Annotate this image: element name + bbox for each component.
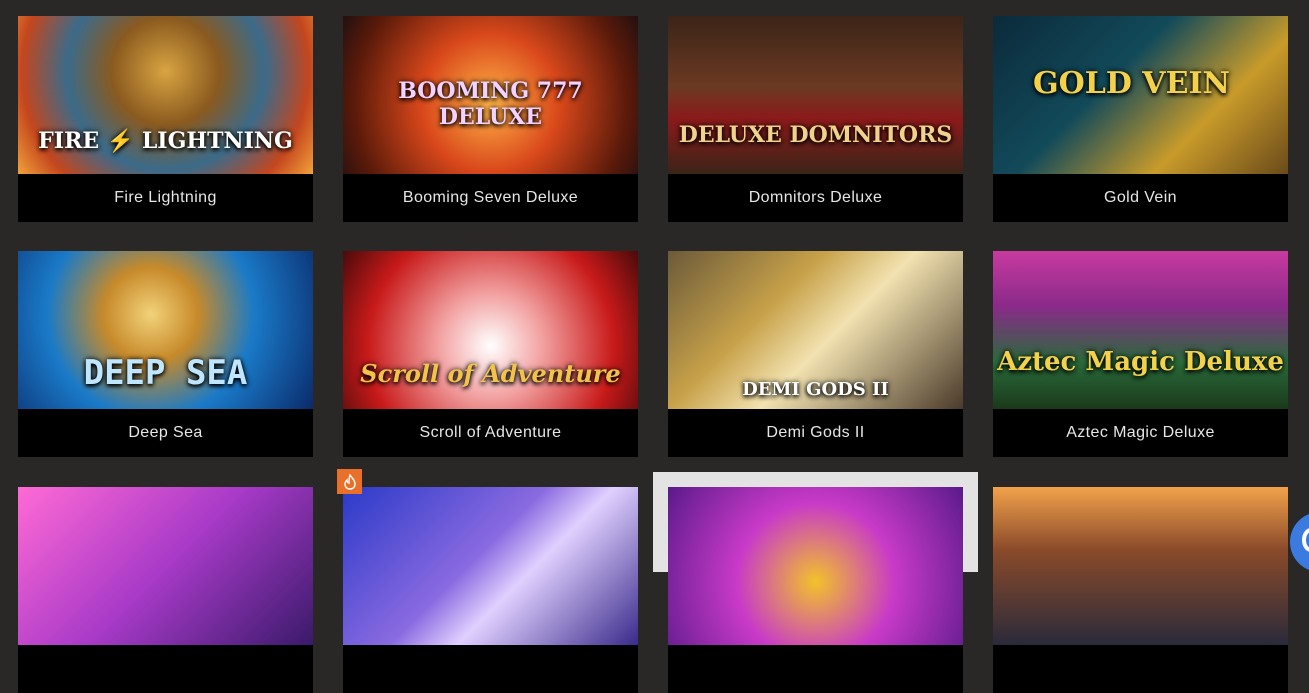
game-card-gold-vein[interactable]: GOLD VEIN Gold Vein bbox=[993, 16, 1288, 222]
game-card-aztec-magic-deluxe[interactable]: Aztec Magic Deluxe Aztec Magic Deluxe bbox=[993, 251, 1288, 457]
game-thumbnail[interactable]: DELUXE DOMNITORS bbox=[668, 16, 963, 174]
game-card-deep-sea[interactable]: DEEP SEA Deep Sea bbox=[18, 251, 313, 457]
game-thumbnail[interactable] bbox=[343, 487, 638, 645]
game-card-scroll-of-adventure[interactable]: Scroll of Adventure Scroll of Adventure bbox=[343, 251, 638, 457]
game-thumbnail[interactable]: BOOMING 777 DELUXE bbox=[343, 16, 638, 174]
game-thumbnail[interactable]: GOLD VEIN bbox=[993, 16, 1288, 174]
game-title bbox=[18, 645, 313, 693]
game-thumbnail[interactable] bbox=[668, 487, 963, 645]
game-title bbox=[343, 645, 638, 693]
game-thumbnail[interactable]: Scroll of Adventure bbox=[343, 251, 638, 409]
game-title: Booming Seven Deluxe bbox=[402, 189, 579, 206]
game-title: Gold Vein bbox=[1104, 189, 1177, 206]
game-logo-text: DEMI GODS II bbox=[742, 379, 889, 400]
game-logo-text: BOOMING 777 DELUXE bbox=[398, 78, 583, 130]
game-card-row3-2[interactable] bbox=[343, 487, 638, 693]
game-title: Domnitors Deluxe bbox=[748, 189, 883, 206]
game-card-booming-seven-deluxe[interactable]: BOOMING 777 DELUXE Booming Seven Deluxe bbox=[343, 16, 638, 222]
game-card-row3-1[interactable] bbox=[18, 487, 313, 693]
game-logo-text: GOLD VEIN bbox=[1033, 66, 1230, 101]
game-logo-text: Aztec Magic Deluxe bbox=[997, 347, 1284, 377]
game-thumbnail[interactable]: Aztec Magic Deluxe bbox=[993, 251, 1288, 409]
game-card-demi-gods-ii[interactable]: DEMI GODS II Demi Gods II bbox=[668, 251, 963, 457]
game-thumbnail[interactable] bbox=[18, 487, 313, 645]
hot-badge bbox=[337, 469, 362, 494]
game-title: Demi Gods II bbox=[766, 424, 865, 441]
game-logo-text: Scroll of Adventure bbox=[360, 359, 621, 388]
game-card-row3-3[interactable] bbox=[668, 487, 963, 693]
game-title: Scroll of Adventure bbox=[419, 424, 562, 441]
game-logo-text: DELUXE DOMNITORS bbox=[678, 122, 953, 148]
game-thumbnail[interactable] bbox=[993, 487, 1288, 645]
game-thumbnail[interactable]: FIRE ⚡ LIGHTNING bbox=[18, 16, 313, 174]
game-logo-text: FIRE ⚡ LIGHTNING bbox=[38, 128, 293, 154]
game-thumbnail[interactable]: DEMI GODS II bbox=[668, 251, 963, 409]
hot-flame-icon bbox=[343, 473, 356, 490]
game-title bbox=[668, 645, 963, 693]
game-card-domnitors-deluxe[interactable]: DELUXE DOMNITORS Domnitors Deluxe bbox=[668, 16, 963, 222]
game-card-fire-lightning[interactable]: FIRE ⚡ LIGHTNING Fire Lightning bbox=[18, 16, 313, 222]
games-grid: FIRE ⚡ LIGHTNING Fire Lightning BOOMING … bbox=[0, 0, 1309, 693]
chat-button[interactable] bbox=[1290, 512, 1309, 572]
game-thumbnail[interactable]: DEEP SEA bbox=[18, 251, 313, 409]
game-title: Fire Lightning bbox=[114, 189, 217, 206]
game-logo-text: DEEP SEA bbox=[83, 353, 248, 393]
game-title: Aztec Magic Deluxe bbox=[1066, 424, 1215, 441]
game-title bbox=[993, 645, 1288, 693]
game-card-row3-4[interactable] bbox=[993, 487, 1288, 693]
game-title: Deep Sea bbox=[128, 424, 203, 441]
